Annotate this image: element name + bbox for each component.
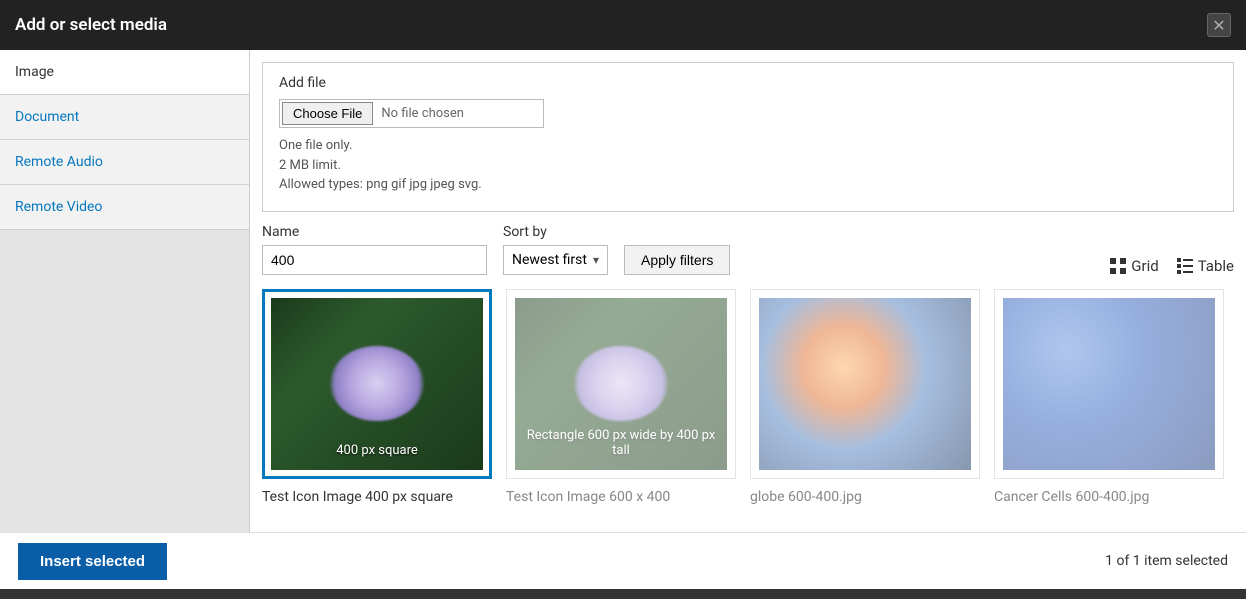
sidebar-item-label: Document xyxy=(15,109,79,125)
modal-header: Add or select media ✕ xyxy=(0,0,1246,50)
choose-file-button[interactable]: Choose File xyxy=(282,102,373,125)
thumb-image xyxy=(1003,298,1215,470)
apply-filters-button[interactable]: Apply filters xyxy=(624,245,730,275)
media-thumb xyxy=(750,289,980,479)
media-title: globe 600-400.jpg xyxy=(750,489,980,505)
grid-label: Grid xyxy=(1131,257,1158,275)
insert-selected-button[interactable]: Insert selected xyxy=(18,543,167,580)
add-file-panel: Add file Choose File No file chosen One … xyxy=(262,62,1234,212)
media-item[interactable]: 400 px square Test Icon Image 400 px squ… xyxy=(262,289,492,505)
modal-footer: Insert selected 1 of 1 item selected xyxy=(0,532,1246,589)
main-panel: Add file Choose File No file chosen One … xyxy=(250,50,1246,532)
thumb-overlay-text: 400 px square xyxy=(271,443,483,458)
modal-title: Add or select media xyxy=(15,15,167,35)
sidebar-item-image[interactable]: Image xyxy=(0,50,249,95)
no-file-chosen-text: No file chosen xyxy=(381,106,464,121)
file-input[interactable]: Choose File No file chosen xyxy=(279,99,544,128)
modal-body: Image Document Remote Audio Remote Video… xyxy=(0,50,1246,532)
sidebar-item-label: Remote Video xyxy=(15,199,102,215)
media-grid: 400 px square Test Icon Image 400 px squ… xyxy=(262,289,1234,505)
selection-count: 1 of 1 item selected xyxy=(1105,553,1228,569)
sort-select[interactable]: Newest first xyxy=(503,245,608,275)
media-item[interactable]: globe 600-400.jpg xyxy=(750,289,980,505)
bottom-bar xyxy=(0,589,1246,599)
constraint-one-file: One file only. xyxy=(279,136,1217,156)
sidebar-item-label: Image xyxy=(15,64,54,80)
media-item[interactable]: Rectangle 600 px wide by 400 px tall Tes… xyxy=(506,289,736,505)
table-label: Table xyxy=(1198,257,1234,275)
media-title: Test Icon Image 400 px square xyxy=(262,489,492,505)
grid-icon xyxy=(1110,258,1126,274)
sidebar: Image Document Remote Audio Remote Video xyxy=(0,50,250,532)
add-file-label: Add file xyxy=(279,75,1217,91)
name-input[interactable] xyxy=(262,245,487,275)
view-toggles: Grid Table xyxy=(1110,257,1234,275)
table-view-toggle[interactable]: Table xyxy=(1177,257,1234,275)
constraint-size: 2 MB limit. xyxy=(279,156,1217,176)
grid-view-toggle[interactable]: Grid xyxy=(1110,257,1158,275)
media-thumb xyxy=(994,289,1224,479)
file-constraints: One file only. 2 MB limit. Allowed types… xyxy=(279,136,1217,195)
media-title: Cancer Cells 600-400.jpg xyxy=(994,489,1224,505)
table-icon xyxy=(1177,258,1193,274)
sort-label: Sort by xyxy=(503,224,608,240)
sidebar-item-document[interactable]: Document xyxy=(0,95,249,140)
media-thumb: 400 px square xyxy=(262,289,492,479)
media-title: Test Icon Image 600 x 400 xyxy=(506,489,736,505)
sidebar-item-remote-audio[interactable]: Remote Audio xyxy=(0,140,249,185)
close-icon: ✕ xyxy=(1212,16,1225,35)
sort-value: Newest first xyxy=(512,252,587,268)
close-button[interactable]: ✕ xyxy=(1207,13,1231,37)
thumb-overlay-text: Rectangle 600 px wide by 400 px tall xyxy=(515,428,727,458)
filter-row: Name Sort by Newest first Apply filters … xyxy=(262,224,1234,275)
media-thumb: Rectangle 600 px wide by 400 px tall xyxy=(506,289,736,479)
sort-filter-group: Sort by Newest first xyxy=(503,224,608,275)
name-filter-group: Name xyxy=(262,224,487,275)
thumb-image: Rectangle 600 px wide by 400 px tall xyxy=(515,298,727,470)
name-label: Name xyxy=(262,224,487,240)
thumb-image: 400 px square xyxy=(271,298,483,470)
sidebar-item-remote-video[interactable]: Remote Video xyxy=(0,185,249,230)
constraint-types: Allowed types: png gif jpg jpeg svg. xyxy=(279,175,1217,195)
sidebar-item-label: Remote Audio xyxy=(15,154,103,170)
thumb-image xyxy=(759,298,971,470)
media-item[interactable]: Cancer Cells 600-400.jpg xyxy=(994,289,1224,505)
